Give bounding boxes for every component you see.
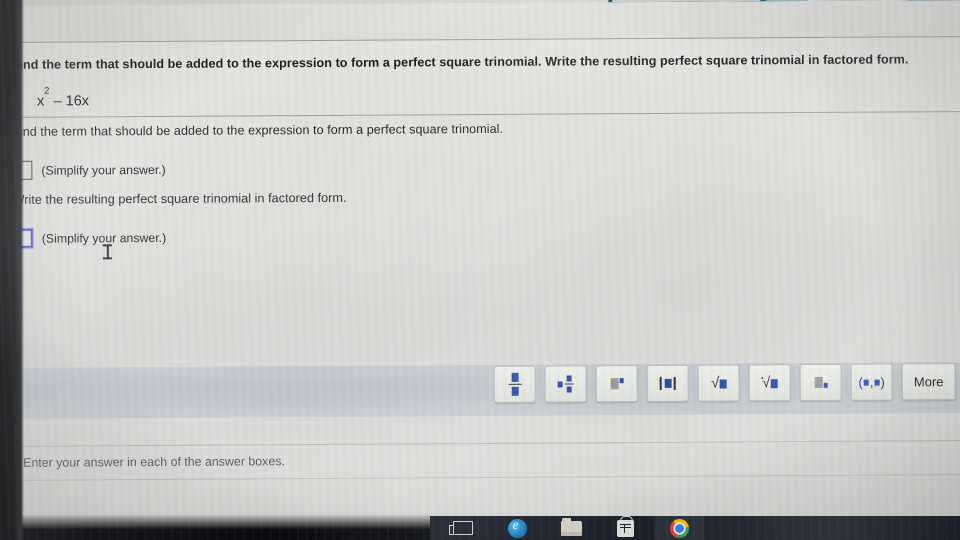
nth-root-icon: ▪ √ [761, 374, 778, 391]
subscript-button[interactable] [799, 363, 842, 402]
text-cursor-icon [102, 243, 112, 260]
photographed-screen: Find the term that should be added to th… [0, 0, 960, 540]
absolute-value-icon [660, 376, 676, 390]
taskbar-microsoft-store[interactable] [600, 516, 650, 540]
exponent-button[interactable] [595, 365, 638, 403]
more-button[interactable]: More [901, 363, 956, 401]
mixed-number-icon [557, 375, 574, 393]
taskbar-file-explorer[interactable] [546, 516, 596, 540]
math-expression: x2 – 16x [37, 85, 90, 110]
divider-footer-top [0, 439, 960, 448]
answer-note-a: (Simplify your answer.) [41, 162, 166, 178]
page-top-band [0, 0, 960, 43]
monitor-screen: Find the term that should be added to th… [0, 0, 960, 540]
square-root-button[interactable]: √ [697, 364, 740, 402]
task-view-icon [449, 521, 473, 535]
expression-rest: – 16x [49, 93, 90, 110]
part-a-prompt: Find the term that should be added to th… [12, 121, 504, 139]
divider-footer-bottom [0, 473, 960, 482]
microsoft-store-icon [616, 516, 634, 537]
homework-page: Find the term that should be added to th… [0, 0, 960, 540]
taskbar-task-view[interactable] [438, 516, 488, 540]
ordered-pair-icon: (,) [858, 374, 885, 390]
part-b-prompt: Write the resulting perfect square trino… [12, 190, 347, 207]
question-prompt: Find the term that should be added to th… [11, 52, 909, 72]
expression-exponent: 2 [44, 85, 50, 97]
math-palette: √ ▪ √ (,) More [493, 363, 956, 403]
microsoft-edge-icon [507, 518, 527, 538]
answer-input-b[interactable] [13, 228, 33, 248]
absolute-value-button[interactable] [646, 364, 689, 402]
divider-under-expression [0, 110, 960, 119]
windows-taskbar[interactable] [430, 516, 960, 540]
nth-root-button[interactable]: ▪ √ [748, 364, 791, 402]
ordered-pair-button[interactable]: (,) [850, 363, 893, 401]
answer-row-b: (Simplify your answer.) [13, 228, 166, 248]
mixed-number-button[interactable] [544, 365, 587, 403]
taskbar-edge[interactable] [492, 516, 542, 540]
fraction-icon [508, 372, 522, 396]
taskbar-chrome[interactable] [654, 516, 704, 540]
subscript-icon [814, 376, 828, 388]
google-chrome-icon [669, 518, 689, 538]
exponent-icon [610, 378, 624, 390]
file-explorer-icon [560, 517, 582, 536]
answer-input-a[interactable] [13, 160, 33, 180]
square-root-icon: √ [711, 375, 727, 392]
fraction-button[interactable] [493, 365, 536, 403]
answer-row-a: (Simplify your answer.) [13, 160, 166, 180]
footer-hint-text: Enter your answer in each of the answer … [23, 454, 285, 470]
